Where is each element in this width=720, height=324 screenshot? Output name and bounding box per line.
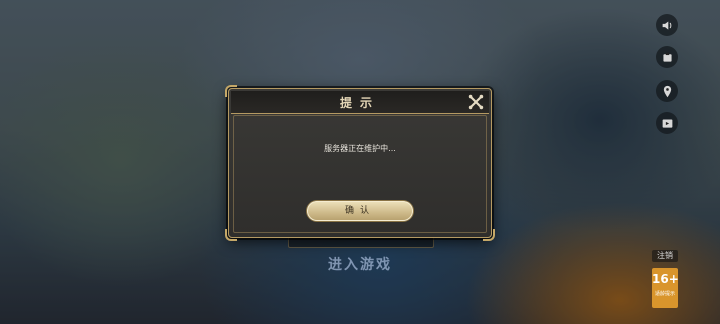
sound-button[interactable] (656, 14, 678, 36)
dialog-message: 服务器正在维护中... (324, 144, 396, 153)
age-rating-caption: 适龄提示 (654, 291, 675, 297)
notice-icon (662, 52, 672, 62)
age-rating-value: 16+ (652, 272, 679, 286)
speaker-icon (662, 20, 671, 30)
video-button[interactable] (656, 112, 678, 134)
video-icon (662, 118, 672, 128)
close-icon[interactable] (467, 93, 485, 111)
logout-button[interactable]: 注销 (652, 250, 678, 262)
game-login-screen: 注销 16+ 适龄提示 进入游戏 提示 服务器正在维护中... 确认 (0, 0, 720, 324)
location-icon (663, 85, 671, 97)
age-rating-badge: 16+ 适龄提示 (652, 268, 679, 308)
dialog-title: 提示 (339, 96, 380, 110)
notice-dialog: 提示 服务器正在维护中... 确认 (225, 85, 495, 241)
notice-button[interactable] (656, 46, 678, 68)
enter-game-button[interactable]: 进入游戏 (300, 254, 420, 274)
location-button[interactable] (656, 80, 678, 102)
confirm-button[interactable]: 确认 (307, 201, 413, 221)
dialog-title-bar: 提示 (231, 91, 489, 114)
